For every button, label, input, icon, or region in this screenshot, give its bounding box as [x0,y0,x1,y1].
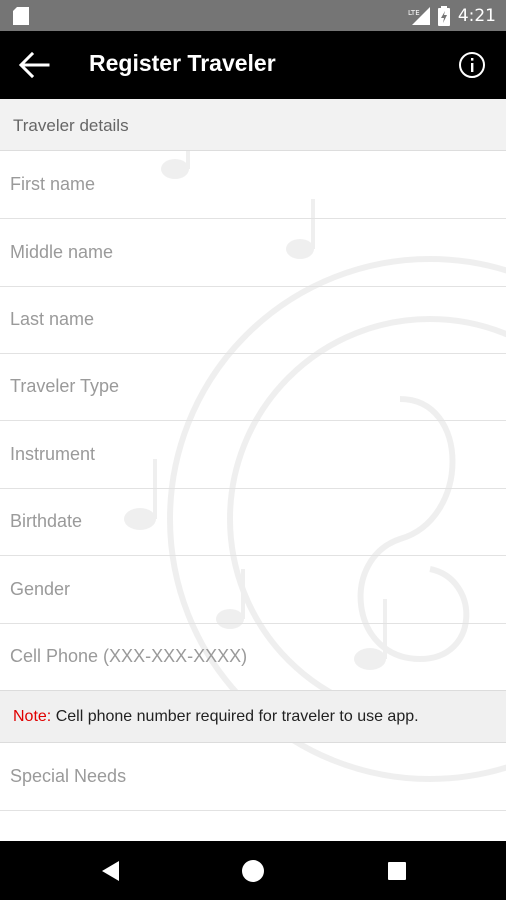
nav-home-icon [242,860,264,882]
info-button[interactable] [458,51,486,79]
section-header: Traveler details [0,99,506,151]
battery-charging-icon [437,5,450,26]
status-time: 4:21 [457,5,496,26]
note-message: Note: Cell phone number required for tra… [13,708,419,726]
nav-home-button[interactable] [240,858,266,884]
sd-card-icon [13,7,29,25]
nav-recents-button[interactable] [384,858,410,884]
traveler-type-row [0,353,506,421]
instrument-field[interactable] [10,421,496,488]
note-label: Note: [13,708,52,725]
back-button[interactable] [18,51,50,79]
cell-phone-field[interactable] [10,623,496,690]
last-name-field[interactable] [10,286,496,353]
back-arrow-icon [18,51,50,79]
instrument-row [0,421,506,489]
page-title: Register Traveler [89,50,276,76]
traveler-type-field[interactable] [10,353,496,420]
nav-back-icon [102,861,119,881]
status-bar: LTE 4:21 [0,0,506,31]
nav-recents-icon [388,862,406,880]
info-icon [459,52,485,78]
gender-field[interactable] [10,556,496,623]
signal-icon: LTE [408,6,430,25]
cell-phone-row [0,623,506,691]
birthdate-row [0,488,506,556]
note-text: Cell phone number required for traveler … [51,708,419,725]
first-name-field[interactable] [10,151,496,218]
middle-name-row [0,219,506,287]
network-label: LTE [408,9,420,17]
special-needs-field[interactable] [10,743,496,810]
first-name-row [0,151,506,219]
last-name-row [0,286,506,354]
nav-back-button[interactable] [98,858,124,884]
birthdate-field[interactable] [10,488,496,555]
special-needs-row [0,743,506,811]
form-content: Traveler details Note: Cell phone number… [0,99,506,841]
section-title: Traveler details [13,116,129,135]
system-nav-bar [0,841,506,900]
middle-name-field[interactable] [10,219,496,286]
app-bar: Register Traveler [0,31,506,99]
gender-row [0,556,506,624]
cell-phone-note: Note: Cell phone number required for tra… [0,690,506,743]
